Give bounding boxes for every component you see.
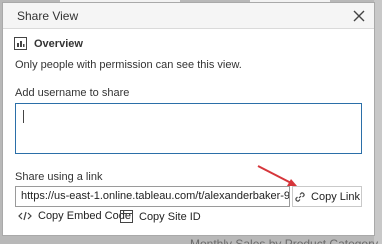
copy-site-id-button[interactable]: Copy Site ID (120, 210, 201, 223)
share-link-label: Share using a link (15, 171, 103, 183)
copy-link-label: Copy Link (311, 190, 360, 203)
share-link-field[interactable]: https://us-east-1.online.tableau.com/t/a… (15, 186, 290, 207)
dialog-title-bar: Share View (3, 3, 374, 29)
background-sheet-title: Monthly Sales by Product Category (190, 237, 379, 244)
copy-site-id-label: Copy Site ID (139, 210, 201, 223)
overview-header: Overview (14, 37, 83, 50)
overview-label: Overview (34, 37, 83, 50)
permission-text: Only people with permission can see this… (15, 59, 242, 71)
username-input[interactable] (15, 103, 362, 154)
dialog-title: Share View (17, 9, 79, 23)
text-cursor (23, 110, 24, 123)
code-icon (18, 211, 32, 221)
close-button[interactable] (350, 7, 368, 25)
link-icon (295, 191, 305, 202)
background-panel (374, 0, 382, 244)
close-icon (353, 10, 365, 22)
copy-embed-code-button[interactable]: Copy Embed Code (18, 210, 131, 222)
window-icon (120, 210, 133, 223)
copy-link-button[interactable]: Copy Link (292, 186, 362, 207)
overview-icon (14, 37, 27, 50)
copy-embed-code-label: Copy Embed Code (38, 210, 131, 222)
add-username-label: Add username to share (15, 87, 130, 99)
